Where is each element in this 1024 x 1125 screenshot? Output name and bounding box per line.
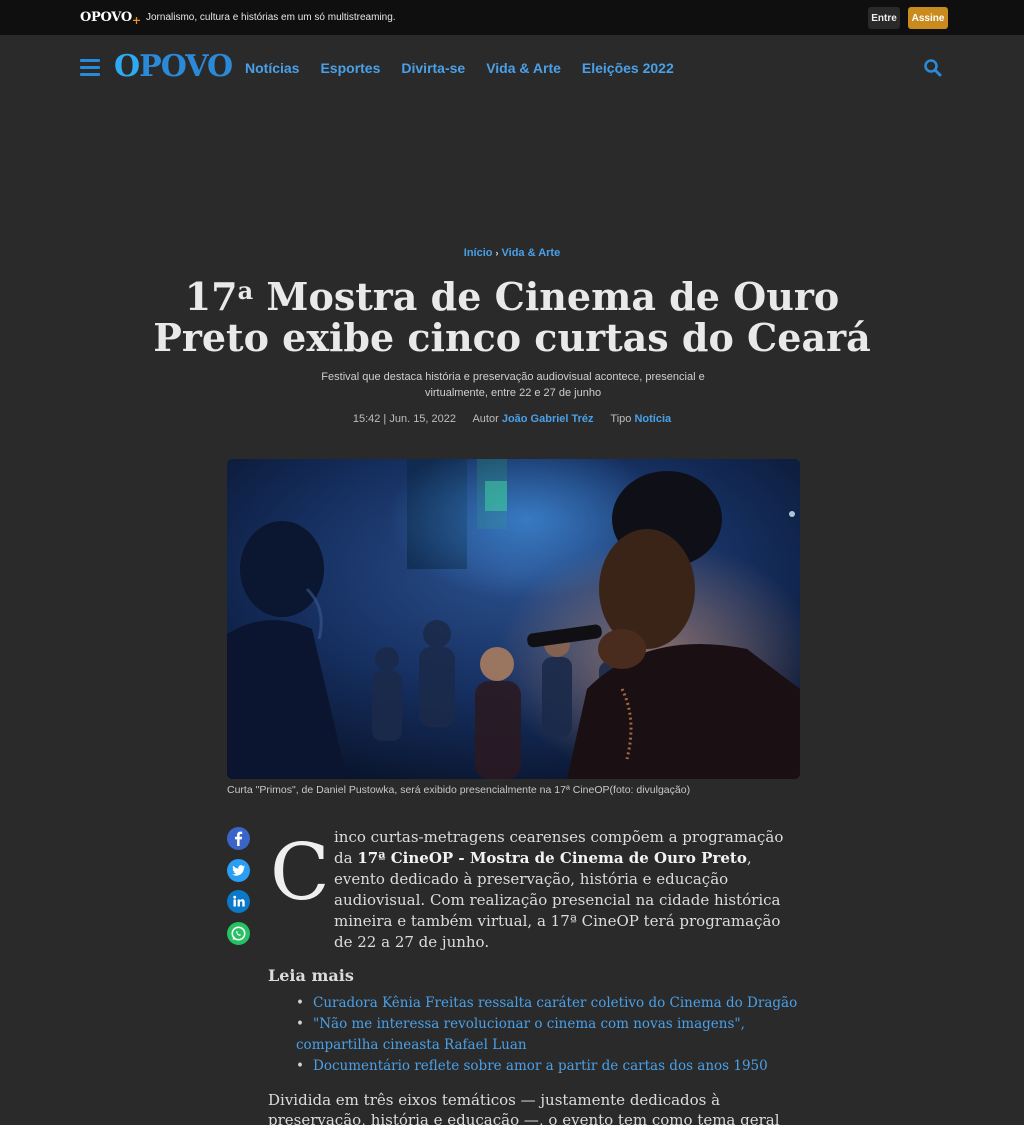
read-more-link[interactable]: "Não me interessa revolucionar o cinema …: [296, 1016, 745, 1053]
list-item: Curadora Kênia Freitas ressalta caráter …: [296, 993, 806, 1014]
article-datetime: 15:42 | Jun. 15, 2022: [352, 413, 457, 425]
breadcrumb-section[interactable]: Vida & Arte: [502, 247, 561, 259]
top-bar: OPOVO+ Jornalismo, cultura e histórias e…: [0, 0, 1024, 35]
brand-plus: +: [131, 14, 141, 27]
facebook-icon[interactable]: [227, 827, 250, 850]
twitter-icon[interactable]: [227, 858, 250, 882]
subscribe-button[interactable]: Assine: [908, 7, 948, 29]
title-text: Mostra de Cinema de Ouro Preto exibe cin…: [153, 274, 871, 360]
nav-links: Notícias Esportes Divirta-se Vida & Arte…: [245, 60, 695, 76]
brand-text: OPOVO: [80, 10, 132, 25]
logo-o: O: [114, 49, 140, 84]
drop-cap: C: [270, 828, 330, 918]
nav-item-esportes[interactable]: Esportes: [320, 60, 380, 76]
read-more-title: Leia mais: [268, 966, 354, 985]
page-title: 17a Mostra de Cinema de Ouro Preto exibe…: [150, 276, 874, 358]
read-more-link[interactable]: Documentário reflete sobre amor a partir…: [313, 1058, 768, 1074]
tagline: Jornalismo, cultura e histórias em um só…: [146, 12, 396, 23]
breadcrumb: Início › Vida & Arte: [0, 247, 1024, 259]
article-subtitle: Festival que destaca história e preserva…: [321, 371, 705, 399]
nav-item-noticias[interactable]: Notícias: [245, 60, 299, 76]
nav-item-eleicoes[interactable]: Eleições 2022: [582, 60, 674, 76]
lead-paragraph: inco curtas-metragens cearenses compõem …: [334, 827, 800, 953]
search-icon[interactable]: [923, 58, 943, 78]
chevron-right-icon: ›: [495, 248, 499, 258]
opovo-plus-logo[interactable]: OPOVO+: [80, 10, 141, 27]
linkedin-icon[interactable]: [227, 890, 250, 913]
read-more-link[interactable]: Curadora Kênia Freitas ressalta caráter …: [313, 995, 797, 1011]
type-link[interactable]: Notícia: [634, 413, 671, 425]
lead-text-bold: 17ª CineOP - Mostra de Cinema de Ouro Pr…: [357, 849, 747, 867]
login-button[interactable]: Entre: [868, 7, 900, 29]
nav-item-vida-arte[interactable]: Vida & Arte: [486, 60, 561, 76]
list-item: Documentário reflete sobre amor a partir…: [296, 1056, 806, 1077]
body-paragraph: Dividida em três eixos temáticos — justa…: [268, 1091, 780, 1125]
breadcrumb-home[interactable]: Início: [464, 247, 493, 259]
nav-item-divirta-se[interactable]: Divirta-se: [401, 60, 465, 76]
author-label: Autor: [472, 413, 499, 425]
article-meta: 15:42 | Jun. 15, 2022 Autor João Gabriel…: [0, 413, 1024, 425]
title-ordinal: a: [237, 276, 254, 305]
hamburger-icon[interactable]: [80, 59, 100, 76]
article-photo: [227, 459, 800, 779]
logo-rest: POVO: [139, 49, 233, 84]
author-link[interactable]: João Gabriel Tréz: [502, 413, 594, 425]
type-label: Tipo: [610, 413, 632, 425]
title-number: 17: [184, 274, 238, 319]
whatsapp-icon[interactable]: [227, 921, 250, 945]
share-bar: [227, 827, 251, 953]
read-more-list: Curadora Kênia Freitas ressalta caráter …: [296, 993, 806, 1077]
opovo-logo[interactable]: OPOVO: [114, 49, 233, 84]
list-item: "Não me interessa revolucionar o cinema …: [296, 1014, 806, 1056]
photo-caption: Curta "Primos", de Daniel Pustowka, será…: [227, 784, 691, 796]
main-nav: OPOVO Notícias Esportes Divirta-se Vida …: [0, 35, 1024, 99]
